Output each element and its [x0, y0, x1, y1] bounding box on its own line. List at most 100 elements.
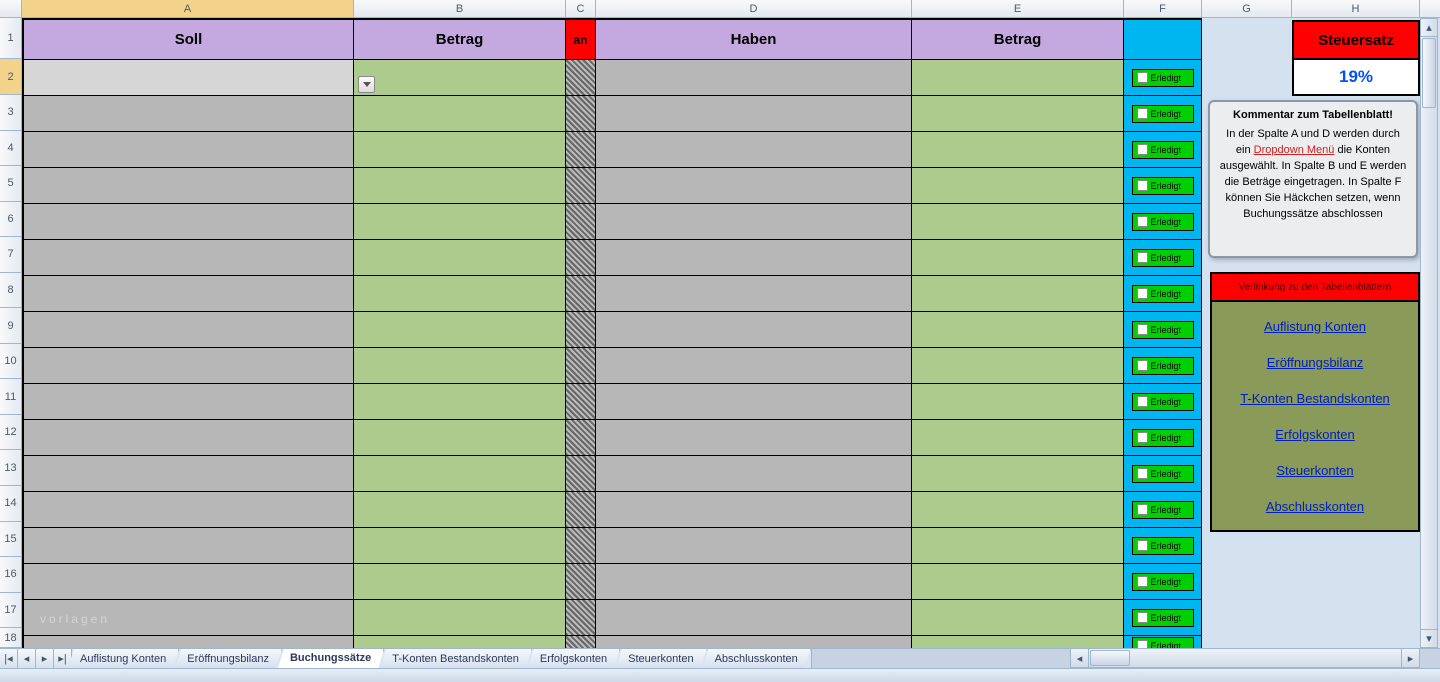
hscroll-thumb[interactable] — [1090, 650, 1130, 666]
cell-B16[interactable] — [354, 564, 566, 600]
tab-nav-prev-icon[interactable]: ◂ — [18, 649, 36, 668]
checkbox-icon[interactable] — [1137, 360, 1148, 371]
cell-E7[interactable] — [912, 240, 1124, 276]
cell-B9[interactable] — [354, 312, 566, 348]
link-abschlusskonten[interactable]: Abschlusskonten — [1266, 499, 1364, 514]
col-header-D[interactable]: D — [596, 0, 912, 17]
row-header-9[interactable]: 9 — [0, 308, 22, 344]
cell-B10[interactable] — [354, 348, 566, 384]
link-auflistung-konten[interactable]: Auflistung Konten — [1264, 319, 1366, 334]
erledigt-checkbox-row7[interactable]: Erledigt — [1132, 249, 1194, 267]
cell-B4[interactable] — [354, 132, 566, 168]
select-all-corner[interactable] — [0, 0, 22, 17]
erledigt-checkbox-row16[interactable]: Erledigt — [1132, 573, 1194, 591]
erledigt-checkbox-row4[interactable]: Erledigt — [1132, 141, 1194, 159]
erledigt-checkbox-row2[interactable]: Erledigt — [1132, 69, 1194, 87]
cell-A11[interactable] — [22, 384, 354, 420]
checkbox-icon[interactable] — [1137, 576, 1148, 587]
scroll-left-icon[interactable]: ◂ — [1071, 649, 1089, 667]
cell-B11[interactable] — [354, 384, 566, 420]
scroll-up-icon[interactable]: ▴ — [1421, 19, 1437, 37]
checkbox-icon[interactable] — [1137, 72, 1148, 83]
cell-E3[interactable] — [912, 96, 1124, 132]
cell-B8[interactable] — [354, 276, 566, 312]
cell-E10[interactable] — [912, 348, 1124, 384]
row-header-16[interactable]: 16 — [0, 557, 22, 593]
checkbox-icon[interactable] — [1137, 108, 1148, 119]
cell-E17[interactable] — [912, 600, 1124, 636]
erledigt-checkbox-row17[interactable]: Erledigt — [1132, 609, 1194, 627]
row-header-11[interactable]: 11 — [0, 379, 22, 415]
checkbox-icon[interactable] — [1137, 324, 1148, 335]
cell-D15[interactable] — [596, 528, 912, 564]
row-header-17[interactable]: 17 — [0, 593, 22, 629]
steuersatz-value[interactable]: 19% — [1292, 60, 1420, 96]
col-header-H[interactable]: H — [1292, 0, 1420, 17]
erledigt-checkbox-row6[interactable]: Erledigt — [1132, 213, 1194, 231]
erledigt-checkbox-row8[interactable]: Erledigt — [1132, 285, 1194, 303]
sheet-tab-er-ffnungsbilanz[interactable]: Eröffnungsbilanz — [175, 649, 282, 668]
row-header-8[interactable]: 8 — [0, 273, 22, 309]
tab-nav-first-icon[interactable]: |◂ — [0, 649, 18, 668]
cell-E15[interactable] — [912, 528, 1124, 564]
row-header-15[interactable]: 15 — [0, 522, 22, 558]
cell-B12[interactable] — [354, 420, 566, 456]
cell-D7[interactable] — [596, 240, 912, 276]
checkbox-icon[interactable] — [1137, 432, 1148, 443]
cell-B14[interactable] — [354, 492, 566, 528]
vscroll-thumb[interactable] — [1422, 38, 1436, 108]
horizontal-scrollbar[interactable]: ◂ ▸ — [1070, 648, 1420, 668]
cell-D14[interactable] — [596, 492, 912, 528]
cell-D9[interactable] — [596, 312, 912, 348]
cell-A5[interactable] — [22, 168, 354, 204]
link-erfolgskonten[interactable]: Erfolgskonten — [1275, 427, 1355, 442]
sheet-tab-buchungss-tze[interactable]: Buchungssätze — [278, 649, 384, 668]
checkbox-icon[interactable] — [1137, 504, 1148, 515]
sheet-tab-auflistung-konten[interactable]: Auflistung Konten — [68, 649, 179, 668]
erledigt-checkbox-row3[interactable]: Erledigt — [1132, 105, 1194, 123]
col-header-A[interactable]: A — [22, 0, 354, 17]
cell-B3[interactable] — [354, 96, 566, 132]
cell-A7[interactable] — [22, 240, 354, 276]
col-header-G[interactable]: G — [1202, 0, 1292, 17]
col-header-C[interactable]: C — [566, 0, 596, 17]
dropdown-icon[interactable] — [358, 76, 375, 93]
cell-A4[interactable] — [22, 132, 354, 168]
vertical-scrollbar[interactable]: ▴ ▾ — [1420, 18, 1438, 648]
checkbox-icon[interactable] — [1137, 144, 1148, 155]
cell-D8[interactable] — [596, 276, 912, 312]
cell-E8[interactable] — [912, 276, 1124, 312]
sheet-tab-abschlusskonten[interactable]: Abschlusskonten — [703, 649, 811, 668]
cell-D4[interactable] — [596, 132, 912, 168]
cell-E12[interactable] — [912, 420, 1124, 456]
col-header-B[interactable]: B — [354, 0, 566, 17]
cell-D13[interactable] — [596, 456, 912, 492]
cell-B7[interactable] — [354, 240, 566, 276]
scroll-down-icon[interactable]: ▾ — [1421, 629, 1437, 647]
col-header-E[interactable]: E — [912, 0, 1124, 17]
link-t-konten-bestandskonten[interactable]: T-Konten Bestandskonten — [1240, 391, 1390, 406]
cell-A17[interactable] — [22, 600, 354, 636]
cell-D11[interactable] — [596, 384, 912, 420]
cell-A16[interactable] — [22, 564, 354, 600]
cell-A8[interactable] — [22, 276, 354, 312]
checkbox-icon[interactable] — [1137, 396, 1148, 407]
cell-B13[interactable] — [354, 456, 566, 492]
cell-E5[interactable] — [912, 168, 1124, 204]
cell-A3[interactable] — [22, 96, 354, 132]
row-header-10[interactable]: 10 — [0, 344, 22, 380]
row-header-18[interactable]: 18 — [0, 628, 22, 648]
erledigt-checkbox-row15[interactable]: Erledigt — [1132, 537, 1194, 555]
link-steuerkonten[interactable]: Steuerkonten — [1276, 463, 1353, 478]
sheet-tab-steuerkonten[interactable]: Steuerkonten — [616, 649, 706, 668]
row-header-2[interactable]: 2 — [0, 59, 22, 95]
checkbox-icon[interactable] — [1137, 288, 1148, 299]
erledigt-checkbox-row10[interactable]: Erledigt — [1132, 357, 1194, 375]
cell-D17[interactable] — [596, 600, 912, 636]
cell-D2[interactable] — [596, 60, 912, 96]
scroll-right-icon[interactable]: ▸ — [1401, 649, 1419, 667]
sheet-tab-t-konten-bestandskonten[interactable]: T-Konten Bestandskonten — [380, 649, 532, 668]
erledigt-checkbox-row11[interactable]: Erledigt — [1132, 393, 1194, 411]
checkbox-icon[interactable] — [1137, 540, 1148, 551]
cell-D12[interactable] — [596, 420, 912, 456]
